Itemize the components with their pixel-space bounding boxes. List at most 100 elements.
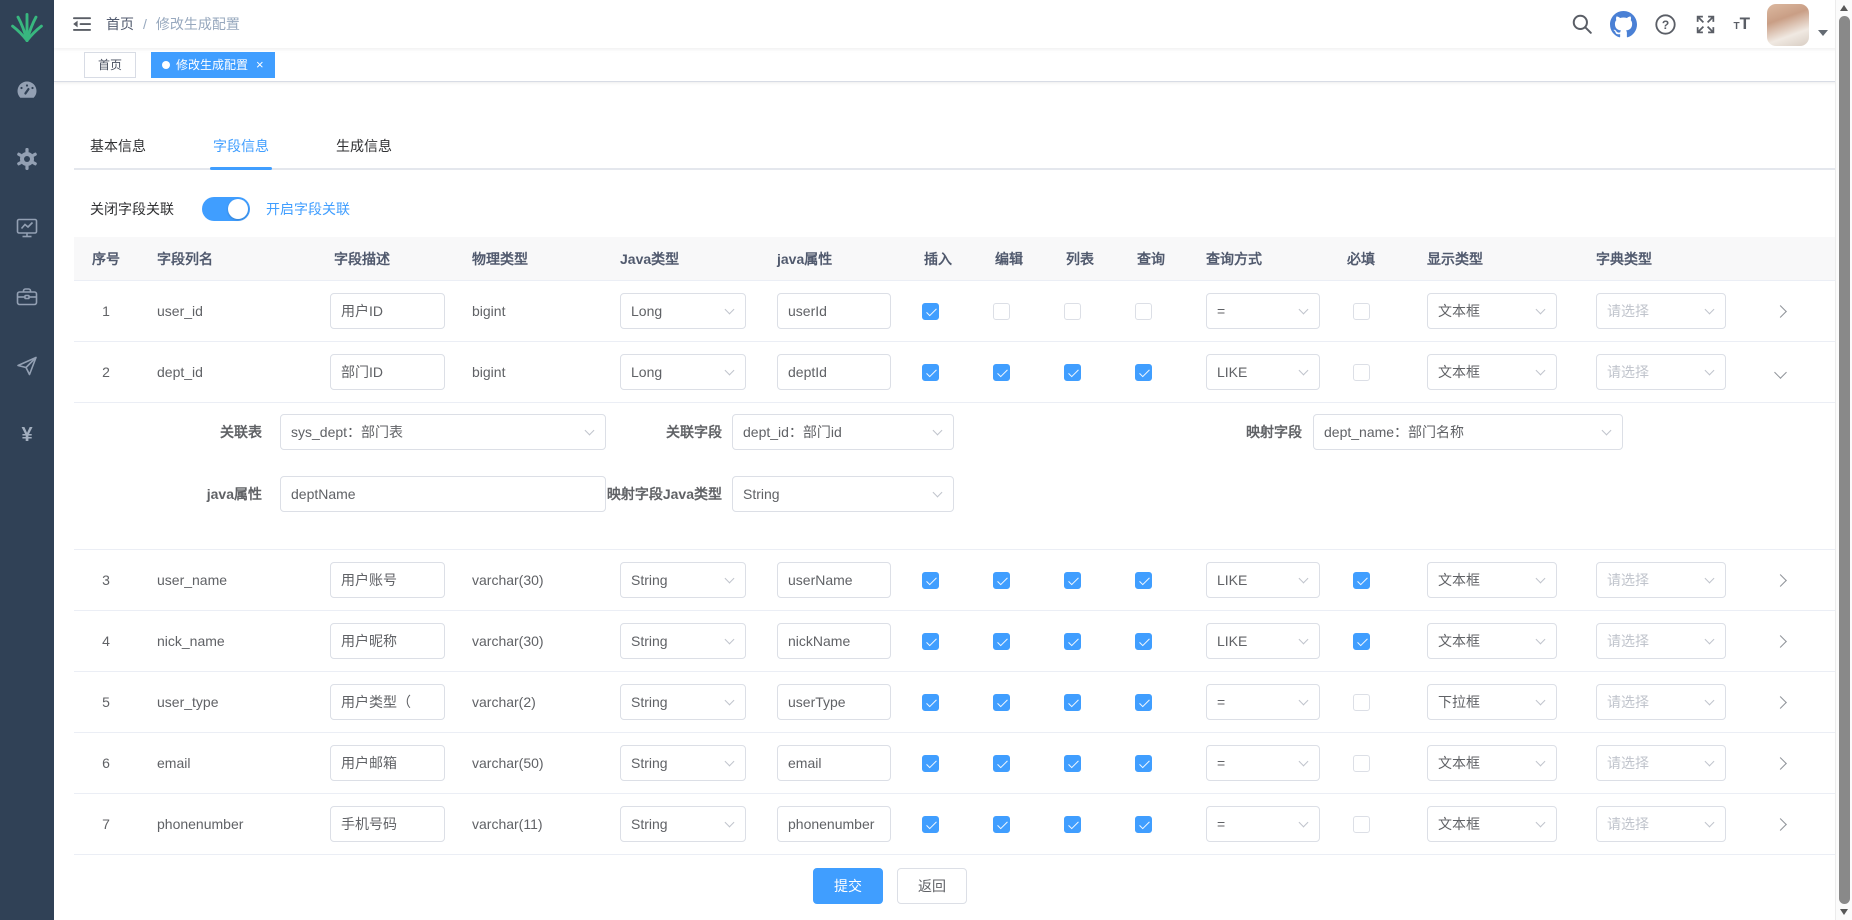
tag-active-page[interactable]: 修改生成配置 ×: [151, 52, 275, 78]
insert-checkbox[interactable]: [922, 694, 939, 711]
query-type-select[interactable]: =: [1206, 745, 1320, 781]
display-type-select[interactable]: 文本框: [1427, 806, 1557, 842]
insert-checkbox[interactable]: [922, 364, 939, 381]
java-field-input[interactable]: nickName: [777, 623, 891, 659]
github-link[interactable]: [1610, 11, 1637, 38]
java-type-select[interactable]: String: [620, 562, 746, 598]
user-menu[interactable]: [1767, 2, 1828, 46]
dict-type-select[interactable]: 请选择: [1596, 354, 1726, 390]
java-field-input[interactable]: userName: [777, 562, 891, 598]
field-association-toggle[interactable]: [202, 197, 250, 221]
page-scrollbar[interactable]: [1835, 0, 1852, 920]
display-type-select[interactable]: 文本框: [1427, 562, 1557, 598]
breadcrumb-home[interactable]: 首页: [106, 14, 134, 34]
insert-checkbox[interactable]: [922, 633, 939, 650]
query-type-select[interactable]: =: [1206, 293, 1320, 329]
query-type-select[interactable]: LIKE: [1206, 562, 1320, 598]
query-type-select[interactable]: LIKE: [1206, 354, 1320, 390]
expand-row-icon[interactable]: [1774, 305, 1787, 318]
description-input[interactable]: 手机号码: [330, 806, 445, 842]
description-input[interactable]: 用户类型（: [330, 684, 445, 720]
list-checkbox[interactable]: [1064, 572, 1081, 589]
collapse-row-icon[interactable]: [1774, 366, 1787, 379]
required-checkbox[interactable]: [1353, 755, 1370, 772]
fullscreen-button[interactable]: [1694, 13, 1717, 36]
edit-checkbox[interactable]: [993, 755, 1010, 772]
list-checkbox[interactable]: [1064, 694, 1081, 711]
required-checkbox[interactable]: [1353, 633, 1370, 650]
search-button[interactable]: [1571, 13, 1593, 35]
tab-field-info[interactable]: 字段信息: [213, 136, 269, 168]
app-logo[interactable]: [8, 8, 46, 46]
expand-row-icon[interactable]: [1774, 574, 1787, 587]
java-field-input[interactable]: phonenumber: [777, 806, 891, 842]
expand-row-icon[interactable]: [1774, 757, 1787, 770]
query-checkbox[interactable]: [1135, 694, 1152, 711]
insert-checkbox[interactable]: [922, 755, 939, 772]
tab-generate-info[interactable]: 生成信息: [336, 136, 392, 168]
dict-type-select[interactable]: 请选择: [1596, 684, 1726, 720]
display-type-select[interactable]: 文本框: [1427, 293, 1557, 329]
font-size-button[interactable]: TT: [1734, 15, 1751, 33]
map-java-type-select[interactable]: String: [732, 476, 954, 512]
dict-type-select[interactable]: 请选择: [1596, 293, 1726, 329]
query-checkbox[interactable]: [1135, 816, 1152, 833]
expand-row-icon[interactable]: [1774, 818, 1787, 831]
tag-close-icon[interactable]: ×: [256, 58, 264, 71]
dict-type-select[interactable]: 请选择: [1596, 745, 1726, 781]
list-checkbox[interactable]: [1064, 303, 1081, 320]
list-checkbox[interactable]: [1064, 755, 1081, 772]
display-type-select[interactable]: 文本框: [1427, 745, 1557, 781]
scrollbar-down-arrow-icon[interactable]: [1840, 909, 1848, 915]
expand-row-icon[interactable]: [1774, 696, 1787, 709]
edit-checkbox[interactable]: [993, 364, 1010, 381]
query-type-select[interactable]: LIKE: [1206, 623, 1320, 659]
sidebar-item-dashboard[interactable]: [0, 78, 54, 102]
java-type-select[interactable]: Long: [620, 354, 746, 390]
java-type-select[interactable]: String: [620, 684, 746, 720]
display-type-select[interactable]: 文本框: [1427, 623, 1557, 659]
insert-checkbox[interactable]: [922, 816, 939, 833]
java-type-select[interactable]: String: [620, 745, 746, 781]
java-attr-input[interactable]: deptName: [280, 476, 606, 512]
required-checkbox[interactable]: [1353, 694, 1370, 711]
edit-checkbox[interactable]: [993, 694, 1010, 711]
dict-type-select[interactable]: 请选择: [1596, 562, 1726, 598]
description-input[interactable]: 用户账号: [330, 562, 445, 598]
edit-checkbox[interactable]: [993, 816, 1010, 833]
insert-checkbox[interactable]: [922, 303, 939, 320]
java-field-input[interactable]: userType: [777, 684, 891, 720]
display-type-select[interactable]: 下拉框: [1427, 684, 1557, 720]
query-type-select[interactable]: =: [1206, 684, 1320, 720]
sidebar-item-monitor[interactable]: [0, 216, 54, 240]
sidebar-item-pay[interactable]: ¥: [0, 423, 54, 447]
description-input[interactable]: 用户ID: [330, 293, 445, 329]
tag-home[interactable]: 首页: [84, 52, 136, 78]
description-input[interactable]: 部门ID: [330, 354, 445, 390]
map-field-select[interactable]: dept_name：部门名称: [1313, 414, 1623, 450]
edit-checkbox[interactable]: [993, 303, 1010, 320]
required-checkbox[interactable]: [1353, 364, 1370, 381]
display-type-select[interactable]: 文本框: [1427, 354, 1557, 390]
query-checkbox[interactable]: [1135, 572, 1152, 589]
sidebar-item-guide[interactable]: [0, 354, 54, 378]
required-checkbox[interactable]: [1353, 816, 1370, 833]
java-type-select[interactable]: String: [620, 623, 746, 659]
sidebar-item-tools[interactable]: [0, 285, 54, 309]
scrollbar-thumb[interactable]: [1839, 16, 1850, 904]
required-checkbox[interactable]: [1353, 572, 1370, 589]
query-type-select[interactable]: =: [1206, 806, 1320, 842]
help-button[interactable]: ?: [1654, 13, 1677, 36]
insert-checkbox[interactable]: [922, 572, 939, 589]
java-field-input[interactable]: userId: [777, 293, 891, 329]
description-input[interactable]: 用户昵称: [330, 623, 445, 659]
list-checkbox[interactable]: [1064, 816, 1081, 833]
scrollbar-up-arrow-icon[interactable]: [1840, 5, 1848, 11]
list-checkbox[interactable]: [1064, 364, 1081, 381]
sidebar-collapse-button[interactable]: [54, 14, 106, 34]
sidebar-item-system[interactable]: [0, 147, 54, 171]
submit-button[interactable]: 提交: [813, 868, 883, 904]
tab-basic-info[interactable]: 基本信息: [90, 136, 146, 168]
back-button[interactable]: 返回: [897, 868, 967, 904]
required-checkbox[interactable]: [1353, 303, 1370, 320]
